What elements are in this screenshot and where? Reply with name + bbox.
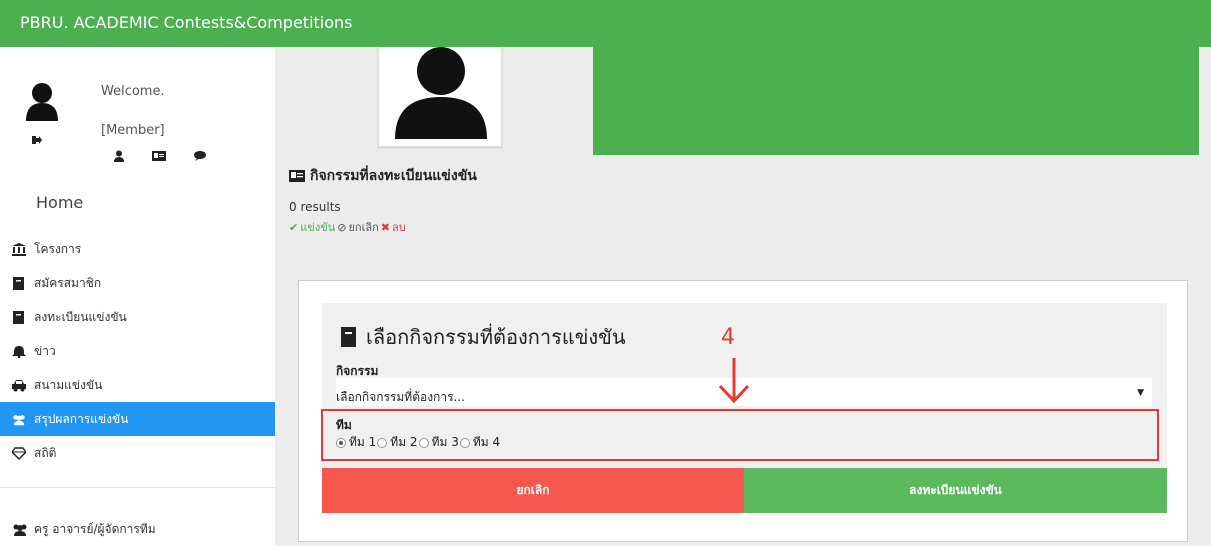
sidebar-item-venues[interactable]: สนามแข่งขัน <box>0 368 275 402</box>
sidebar: Welcome. [Member] Home โครงการ สมัครสมาช… <box>0 47 275 546</box>
radio-button[interactable] <box>459 437 470 448</box>
sidebar-item-label: สรุปผลการแข่งขัน <box>34 411 129 426</box>
cancel-button[interactable]: ยกเลิก <box>322 468 744 513</box>
radio-button[interactable] <box>418 437 429 448</box>
book-icon <box>13 276 24 290</box>
status-legend: ✔ แข่งขัน ⊘ ยกเลิก ✖ ลบ <box>289 218 406 236</box>
sidebar-home[interactable]: Home <box>36 193 83 212</box>
legend-cancel: ยกเลิก <box>348 221 379 234</box>
book-icon <box>341 327 356 347</box>
times-icon: ✖ <box>380 220 390 234</box>
registered-title: กิจกรรมที่ลงทะเบียนแข่งขัน <box>289 165 477 187</box>
users-icon <box>13 414 25 425</box>
radio-button[interactable] <box>336 437 346 448</box>
register-button[interactable]: ลงทะเบียนแข่งขัน <box>744 468 1167 513</box>
check-icon: ✔ <box>289 220 299 234</box>
banner-box <box>593 47 1199 155</box>
id-card-icon <box>289 170 305 182</box>
sidebar-item-label: ข่าว <box>34 343 56 358</box>
profile-photo <box>378 47 502 147</box>
team-option-2[interactable]: ทีม 2 <box>377 433 418 452</box>
radio-button[interactable] <box>377 437 388 448</box>
caret-down-icon: ▼ <box>1137 388 1144 398</box>
user-silhouette-icon <box>395 47 487 139</box>
team-radio-group: ทีม 1 ทีม 2 ทีม 3 ทีม 4 <box>336 433 501 452</box>
activity-select-value: เลือกกิจกรรมที่ต้องการ... <box>336 390 465 404</box>
sidebar-menu: โครงการ สมัครสมาชิก ลงทะเบียนแข่งขัน ข่า… <box>0 232 275 470</box>
car-icon <box>12 379 26 391</box>
sidebar-item-label: ลงทะเบียนแข่งขัน <box>34 309 127 324</box>
sidebar-item-register[interactable]: ลงทะเบียนแข่งขัน <box>0 300 275 334</box>
team-option-3[interactable]: ทีม 3 <box>418 433 459 452</box>
sidebar-item-label: โครงการ <box>34 241 82 256</box>
welcome-text: Welcome. <box>101 84 165 99</box>
users-icon <box>13 524 27 536</box>
diamond-icon <box>12 446 26 460</box>
logout-icon[interactable] <box>32 135 42 145</box>
annotation-number: 4 <box>721 325 735 350</box>
sidebar-item-projects[interactable]: โครงการ <box>0 232 275 266</box>
legend-delete: ลบ <box>391 221 406 234</box>
legend-compete: แข่งขัน <box>300 221 336 234</box>
sidebar-item-signup[interactable]: สมัครสมาชิก <box>0 266 275 300</box>
sidebar-item-label: ครู อาจารย์/ผู้จัดการทีม <box>34 522 156 536</box>
ban-icon: ⊘ <box>337 220 347 234</box>
sidebar-item-news[interactable]: ข่าว <box>0 334 275 368</box>
sidebar-item-label: สถิติ <box>34 445 57 460</box>
bank-icon <box>12 242 26 256</box>
results-count: 0 results <box>289 200 341 214</box>
book-icon <box>13 310 24 324</box>
sidebar-item-label: สมัครสมาชิก <box>34 275 102 290</box>
sidebar-item-results[interactable]: สรุปผลการแข่งขัน <box>0 402 275 436</box>
comments-icon[interactable] <box>194 150 208 162</box>
app-title[interactable]: PBRU. ACADEMIC Contests&Competitions <box>20 13 353 32</box>
sidebar-item-label: สนามแข่งขัน <box>34 377 103 392</box>
bell-icon <box>12 345 26 358</box>
sidebar-divider <box>0 487 275 488</box>
user-avatar-icon <box>26 83 58 121</box>
sidebar-item-stats[interactable]: สถิติ <box>0 436 275 470</box>
team-option-4[interactable]: ทีม 4 <box>459 433 500 452</box>
team-option-1[interactable]: ทีม 1 <box>336 433 376 452</box>
user-icon[interactable] <box>114 150 124 162</box>
form-title: เลือกกิจกรรมที่ต้องการแข่งขัน <box>340 321 626 353</box>
profile-actions <box>114 150 208 162</box>
arrow-down-icon <box>718 358 750 404</box>
member-role: [Member] <box>101 123 165 138</box>
top-navbar: PBRU. ACADEMIC Contests&Competitions <box>0 0 1211 47</box>
id-card-icon[interactable] <box>152 150 166 162</box>
sidebar-item-teacher[interactable]: ครู อาจารย์/ผู้จัดการทีม <box>12 520 156 539</box>
